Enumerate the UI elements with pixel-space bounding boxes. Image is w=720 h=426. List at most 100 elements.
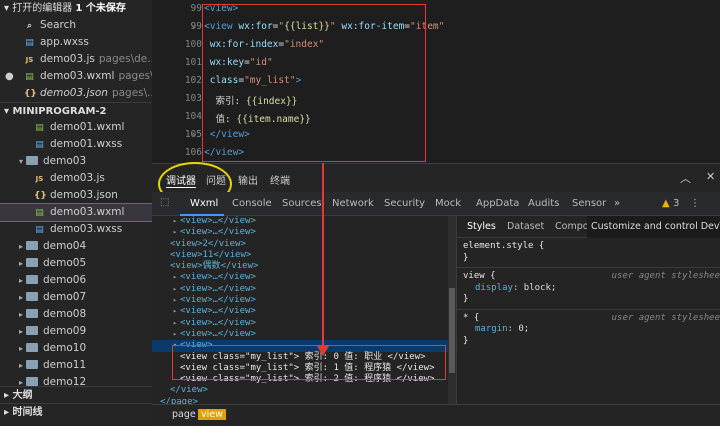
property-value: 0; <box>518 324 530 334</box>
dom-node[interactable]: <view>11</view> <box>152 250 452 261</box>
chevron-right-icon[interactable]: ▸ <box>16 306 26 323</box>
tab-dataset[interactable]: Dataset <box>507 221 544 232</box>
tab-security[interactable]: Security <box>384 198 425 209</box>
chevron-right-icon[interactable]: ▸ <box>16 238 26 255</box>
open-editor-item[interactable]: ● ▤ demo03.wxmlpages\... <box>0 68 152 85</box>
tab-terminal[interactable]: 终端 <box>270 172 290 187</box>
inspect-icon[interactable]: ⬚ <box>160 197 169 208</box>
chevron-down-icon[interactable]: ▾ <box>16 153 26 170</box>
dom-node[interactable]: </view> <box>152 385 452 396</box>
dom-node-text: <view>…</view> <box>180 283 256 294</box>
fold-chevron-icon[interactable]: ⌄ <box>190 21 198 31</box>
folder-icon <box>26 156 38 165</box>
dom-scrollbar[interactable] <box>448 216 456 404</box>
dom-node[interactable]: <view>偶数</view> <box>152 261 452 272</box>
dom-node[interactable]: <view>2</view> <box>152 239 452 250</box>
tree-folder[interactable]: ▸ demo08 <box>0 306 152 323</box>
dom-node[interactable]: </page> <box>152 397 452 404</box>
caret-right-icon[interactable]: ▸ <box>170 306 180 317</box>
tree-folder[interactable]: ▾ demo03 <box>0 153 152 170</box>
dom-node-text: <view>…</view> <box>180 306 256 317</box>
tab-console[interactable]: Console <box>232 198 272 209</box>
chevron-right-icon[interactable]: ▸ <box>16 340 26 357</box>
chevron-right-icon[interactable]: ▸ <box>16 272 26 289</box>
open-editor-item[interactable]: ⌕ Search <box>0 17 152 34</box>
tree-item-label: demo06 <box>43 274 87 286</box>
dom-node[interactable]: ▸ <view>…</view> <box>152 329 452 340</box>
style-property[interactable]: margin: 0; <box>457 324 720 336</box>
dom-node[interactable]: ▸ <view>…</view> <box>152 306 452 317</box>
close-icon[interactable]: ✕ <box>706 170 715 183</box>
open-editor-item[interactable]: ▤ app.wxss <box>0 34 152 51</box>
outline-header[interactable]: ▸ 大纲 <box>0 386 152 403</box>
chevron-right-icon[interactable]: ▸ <box>16 323 26 340</box>
breadcrumb-page[interactable]: page <box>172 409 196 420</box>
tree-folder[interactable]: ▸ demo05 <box>0 255 152 272</box>
property-name: display <box>475 282 513 293</box>
open-editor-label: Search <box>40 19 77 31</box>
chevron-right-icon[interactable]: ▸ <box>16 289 26 306</box>
chevron-up-icon[interactable]: ︿ <box>680 170 691 186</box>
tab-wxml[interactable]: Wxml <box>190 198 218 209</box>
tree-folder[interactable]: ▸ demo10 <box>0 340 152 357</box>
dom-node[interactable]: ▸ <view>…</view> <box>152 216 452 227</box>
tree-file[interactable]: ▤ demo03.wxml <box>0 203 152 222</box>
timeline-header[interactable]: ▸ 时间线 <box>0 403 152 420</box>
caret-right-icon[interactable]: ▸ <box>170 284 180 295</box>
css-file-icon: ▤ <box>25 38 34 48</box>
folder-icon <box>26 343 38 352</box>
tree-file[interactable]: ▤ demo01.wxml <box>0 119 152 136</box>
tree-file[interactable]: {} demo03.json <box>0 187 152 204</box>
tab-sensor[interactable]: Sensor <box>572 198 606 209</box>
caret-right-icon[interactable]: ▸ <box>170 272 180 283</box>
caret-right-icon[interactable]: ▸ <box>170 295 180 306</box>
tab-appdata[interactable]: AppData <box>476 198 519 209</box>
dom-node[interactable]: ▸ <view>…</view> <box>152 284 452 295</box>
breadcrumb-view[interactable]: view <box>198 409 226 420</box>
style-property[interactable]: display: block; <box>457 283 720 295</box>
style-rule-selector[interactable]: * {user agent styleshee <box>457 313 720 325</box>
tab-network[interactable]: Network <box>332 198 374 209</box>
more-tabs-button[interactable]: » <box>614 198 620 209</box>
project-title: MINIPROGRAM-2 <box>12 106 107 117</box>
caret-right-icon[interactable]: ▸ <box>170 227 180 238</box>
tab-styles[interactable]: Styles <box>467 221 496 232</box>
tree-folder[interactable]: ▸ demo11 <box>0 357 152 374</box>
dom-node-text: <view>…</view> <box>180 227 256 238</box>
dom-node[interactable]: ▸ <view>…</view> <box>152 318 452 329</box>
caret-right-icon[interactable]: ▸ <box>170 329 180 340</box>
tab-output[interactable]: 输出 <box>238 172 258 187</box>
tree-folder[interactable]: ▸ demo04 <box>0 238 152 255</box>
dom-node[interactable]: ▸ <view>…</view> <box>152 272 452 283</box>
open-editor-item[interactable]: {}demo03.jsonpages\... <box>0 85 152 102</box>
tree-folder[interactable]: ▸ demo09 <box>0 323 152 340</box>
caret-right-icon[interactable]: ▸ <box>170 216 180 227</box>
style-rule-selector[interactable]: view {user agent styleshee <box>457 271 720 283</box>
chevron-right-icon[interactable]: ▸ <box>16 255 26 272</box>
tab-sources[interactable]: Sources <box>282 198 322 209</box>
chevron-right-icon[interactable]: ▸ <box>16 357 26 374</box>
dom-node-text: <view>偶数</view> <box>170 261 259 272</box>
kebab-menu-icon[interactable]: ⋮ <box>690 198 700 209</box>
project-header[interactable]: ▾ MINIPROGRAM-2 <box>0 102 152 119</box>
tree-file[interactable]: ▤ demo03.wxss <box>0 221 152 238</box>
warning-icon[interactable]: ▲ <box>662 198 670 209</box>
tree-file[interactable]: JS demo03.js <box>0 170 152 187</box>
scroll-thumb[interactable] <box>449 288 455 373</box>
dom-node[interactable]: ▸ <view>…</view> <box>152 227 452 238</box>
dom-node-text: <view>…</view> <box>180 216 256 226</box>
style-rule-selector[interactable]: element.style { <box>457 241 720 253</box>
open-editor-item[interactable]: JS demo03.js pages\de... <box>0 51 152 68</box>
tree-folder[interactable]: ▸ demo07 <box>0 289 152 306</box>
tab-audits[interactable]: Audits <box>528 198 559 209</box>
tree-file[interactable]: ▤ demo01.wxss <box>0 136 152 153</box>
fold-chevron-icon[interactable]: ⌄ <box>190 129 198 139</box>
tree-folder[interactable]: ▸ demo06 <box>0 272 152 289</box>
dom-node[interactable]: ▸ <view>…</view> <box>152 295 452 306</box>
tab-mock[interactable]: Mock <box>435 198 461 209</box>
open-editors-header[interactable]: ▾ 打开的编辑器 1 个未保存 <box>0 0 152 17</box>
code-editor[interactable]: 99 <view> 99 ⌄ <view wx:for="{{list}}" wx:fo… <box>152 0 720 163</box>
caret-right-icon[interactable]: ▸ <box>170 318 180 329</box>
tree-item-label: demo09 <box>43 325 87 337</box>
tree-item-label: demo03.wxml <box>50 206 125 218</box>
